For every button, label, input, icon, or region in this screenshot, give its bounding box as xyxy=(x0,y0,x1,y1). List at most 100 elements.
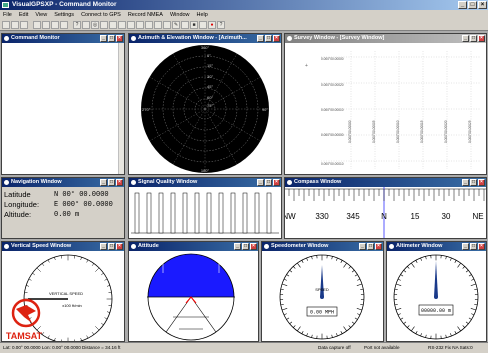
signal-bar xyxy=(219,193,223,233)
scrollbar[interactable] xyxy=(118,43,124,174)
menu-window[interactable]: Window xyxy=(170,12,190,18)
pencil-icon[interactable]: ✎ xyxy=(172,21,180,29)
minimize-button[interactable]: _ xyxy=(100,243,107,250)
restore-button[interactable]: □ xyxy=(265,35,272,42)
new-icon[interactable] xyxy=(2,21,10,29)
altimeter-icon[interactable] xyxy=(163,21,171,29)
menu-help[interactable]: Help xyxy=(197,12,208,18)
window-title: Survey Window - [Survey Window] xyxy=(294,35,384,41)
copy-icon[interactable] xyxy=(42,21,50,29)
window-title-bar[interactable]: Command Monitor _□× xyxy=(2,34,124,43)
window-icon xyxy=(4,180,9,185)
restore-button[interactable]: □ xyxy=(470,179,477,186)
record-icon[interactable]: ● xyxy=(208,21,216,29)
close-button[interactable]: × xyxy=(273,179,280,186)
print-icon[interactable] xyxy=(60,21,68,29)
cut-icon[interactable] xyxy=(33,21,41,29)
minimize-button[interactable]: _ xyxy=(100,179,107,186)
restore-button[interactable]: □ xyxy=(265,179,272,186)
restore-button[interactable]: □ xyxy=(367,243,374,250)
minimize-button[interactable]: _ xyxy=(234,243,241,250)
signal-bar xyxy=(159,193,163,233)
signal-quality-window: Signal Quality Window _□× xyxy=(128,177,282,239)
signal-bar xyxy=(183,193,187,233)
restore-button[interactable]: □ xyxy=(242,243,249,250)
vspeed-icon[interactable] xyxy=(136,21,144,29)
speed-dial: SPEED 0.00 MPH xyxy=(262,251,383,341)
close-button[interactable]: × xyxy=(250,243,257,250)
open-icon[interactable] xyxy=(11,21,19,29)
close-button[interactable]: × xyxy=(273,35,280,42)
connect-icon[interactable] xyxy=(199,21,207,29)
minimize-button[interactable]: _ xyxy=(462,243,469,250)
window-icon xyxy=(264,244,269,249)
command-icon[interactable] xyxy=(82,21,90,29)
close-button[interactable]: × xyxy=(116,179,123,186)
help-icon[interactable]: ? xyxy=(73,21,81,29)
survey-icon[interactable] xyxy=(100,21,108,29)
close-button[interactable]: × xyxy=(478,179,485,186)
restore-button[interactable]: □ xyxy=(470,243,477,250)
maximize-button[interactable]: □ xyxy=(468,1,477,9)
bearing-label-west: 270° xyxy=(142,107,151,112)
close-button[interactable]: × xyxy=(116,35,123,42)
compass-scale: NW 330 345 N 15 30 NE xyxy=(285,187,486,238)
menu-connect[interactable]: Connect to GPS xyxy=(81,12,121,18)
grid-icon[interactable] xyxy=(181,21,189,29)
save-icon[interactable] xyxy=(20,21,28,29)
window-title-bar[interactable]: Signal Quality Window _□× xyxy=(129,178,281,187)
survey-plot: + 0.000°00.00000 0.000°00.00020 0.000°00… xyxy=(285,43,486,174)
window-title-bar[interactable]: Azimuth & Elevation Window - [Azimuth...… xyxy=(129,34,281,43)
stop-icon[interactable]: ■ xyxy=(190,21,198,29)
signal-bar xyxy=(267,193,271,233)
info-icon[interactable]: ? xyxy=(217,21,225,29)
menu-edit[interactable]: Edit xyxy=(19,12,28,18)
altitude-value: 0.00 m xyxy=(54,210,79,220)
minimize-button[interactable]: _ xyxy=(462,35,469,42)
window-title: Signal Quality Window xyxy=(138,179,197,185)
menu-view[interactable]: View xyxy=(35,12,47,18)
restore-button[interactable]: □ xyxy=(470,35,477,42)
minimize-button[interactable]: _ xyxy=(359,243,366,250)
menu-bar: File Edit View Settings Connect to GPS R… xyxy=(0,10,488,19)
survey-x-label: 0.000°00.00010 xyxy=(396,120,400,143)
close-button[interactable]: × xyxy=(478,35,485,42)
navigation-icon[interactable] xyxy=(109,21,117,29)
window-title-bar[interactable]: Speedometer Window _□× xyxy=(262,242,383,251)
minimize-button[interactable]: _ xyxy=(462,179,469,186)
window-title-bar[interactable]: Survey Window - [Survey Window] _□× xyxy=(285,34,486,43)
close-button[interactable]: × xyxy=(116,243,123,250)
attitude-icon[interactable] xyxy=(145,21,153,29)
window-title-bar[interactable]: Compass Window _□× xyxy=(285,178,486,187)
minimize-button[interactable]: _ xyxy=(458,1,467,9)
window-title-bar[interactable]: Attitude _□× xyxy=(129,242,258,251)
window-icon xyxy=(4,244,9,249)
compass-icon[interactable] xyxy=(127,21,135,29)
command-monitor-window: Command Monitor _□× xyxy=(1,33,125,175)
window-title-bar[interactable]: Vertical Speed Window _□× xyxy=(2,242,124,251)
menu-record[interactable]: Record NMEA xyxy=(128,12,163,18)
restore-button[interactable]: □ xyxy=(108,35,115,42)
azimuth-window: Azimuth & Elevation Window - [Azimuth...… xyxy=(128,33,282,175)
window-title-bar[interactable]: Altimeter Window _□× xyxy=(387,242,486,251)
speedometer-gauge: SPEED 0.00 MPH xyxy=(262,251,383,341)
minimize-button[interactable]: _ xyxy=(100,35,107,42)
restore-button[interactable]: □ xyxy=(108,179,115,186)
signal-bar-graph xyxy=(129,187,281,238)
close-button[interactable]: × xyxy=(478,243,485,250)
close-button[interactable]: × xyxy=(478,1,487,9)
minimize-button[interactable]: _ xyxy=(257,35,264,42)
restore-button[interactable]: □ xyxy=(108,243,115,250)
speed-icon[interactable] xyxy=(154,21,162,29)
window-title-bar[interactable]: Navigation Window _□× xyxy=(2,178,124,187)
paste-icon[interactable] xyxy=(51,21,59,29)
command-log[interactable] xyxy=(2,43,124,174)
signal-icon[interactable] xyxy=(118,21,126,29)
close-button[interactable]: × xyxy=(375,243,382,250)
menu-file[interactable]: File xyxy=(3,12,12,18)
minimize-button[interactable]: _ xyxy=(257,179,264,186)
vsi-dial: VERTICAL SPEED x100 ft/min TAMSAT xyxy=(2,251,124,341)
menu-settings[interactable]: Settings xyxy=(54,12,74,18)
app-title-bar[interactable]: VisualGPSXP - Command Monitor _ □ × xyxy=(0,0,488,10)
azimuth-icon[interactable]: ◎ xyxy=(91,21,99,29)
